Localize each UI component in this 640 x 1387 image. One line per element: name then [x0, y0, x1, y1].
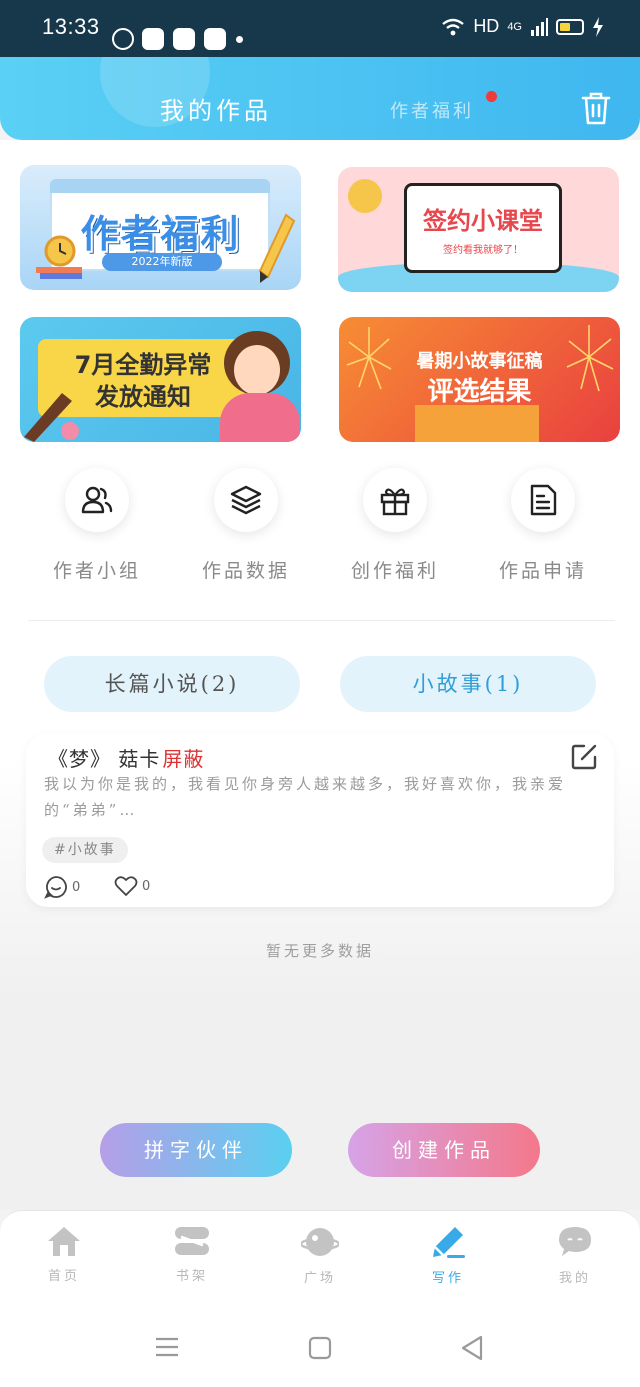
notification-dot-icon — [236, 36, 243, 43]
tab-author-welfare[interactable]: 作者福利 — [390, 97, 474, 123]
layers-icon — [214, 468, 278, 532]
comment-count: 0 — [72, 879, 81, 895]
menu-icon[interactable] — [154, 1336, 180, 1358]
app-baidu-icon — [173, 28, 195, 50]
heart-icon — [114, 876, 138, 896]
status-bar: 13:33 HD 4G — [0, 0, 640, 60]
story-card[interactable]: 《梦》 菇卡 屏蔽 我以为你是我的，我看见你身旁人越来越多，我好喜欢你，我亲爱的“… — [26, 733, 614, 907]
banner-contest-result[interactable]: 暑期小故事征稿 评选结果 — [339, 317, 620, 442]
story-title-line: 《梦》 菇卡 屏蔽 — [48, 743, 204, 772]
girl-body — [220, 393, 300, 442]
like-stat[interactable]: 0 — [114, 875, 150, 897]
segment-short-story[interactable]: 小故事(1) — [340, 656, 596, 712]
banner-attendance-notice[interactable]: 7月全勤异常 发放通知 — [20, 317, 301, 442]
bottom-nav: 首页 书架 广场 写作 我的 — [0, 1210, 640, 1310]
app-k-icon — [112, 28, 134, 50]
gift-icon — [363, 468, 427, 532]
quick-label: 作品申请 — [498, 560, 587, 582]
banner-decor-circle — [348, 179, 382, 213]
quick-work-application[interactable]: 作品申请 — [468, 468, 618, 583]
banner-subtitle: 2022年新版 — [102, 253, 222, 271]
nav-home[interactable]: 首页 — [14, 1225, 114, 1284]
home-icon — [48, 1227, 80, 1256]
banner-window-bar — [50, 179, 270, 193]
red-dot-badge — [486, 91, 497, 102]
tab-my-works[interactable]: 我的作品 — [160, 91, 272, 126]
pencil-icon — [258, 213, 296, 283]
like-count: 0 — [142, 878, 151, 894]
banner-line2: 评选结果 — [427, 377, 532, 407]
banner-title: 签约小课堂 — [423, 207, 543, 235]
pen-icon — [433, 1227, 465, 1258]
wifi-icon — [442, 18, 465, 35]
signal-type: 4G — [507, 20, 522, 33]
no-more-data: 暂无更多数据 — [265, 942, 374, 960]
nav-writing[interactable]: 写作 — [398, 1225, 498, 1286]
signal-icon — [531, 17, 548, 36]
app-browser-icon — [142, 28, 164, 50]
quick-label: 作者小组 — [52, 560, 141, 582]
users-icon — [65, 468, 129, 532]
comment-icon — [44, 876, 67, 899]
story-tag[interactable]: #小故事 — [42, 837, 128, 863]
segment-novel[interactable]: 长篇小说(2) — [44, 656, 300, 712]
bookshelf-icon — [175, 1227, 209, 1255]
quick-work-data[interactable]: 作品数据 — [171, 468, 321, 583]
quick-author-group[interactable]: 作者小组 — [22, 468, 172, 583]
status-time: 13:33 — [42, 14, 100, 39]
blocked-status: 屏蔽 — [162, 747, 205, 771]
alarm-clock-icon — [36, 235, 82, 279]
partner-button[interactable]: 拼字伙伴 — [100, 1123, 292, 1177]
comment-stat[interactable]: 0 — [44, 875, 80, 899]
nav-mine[interactable]: 我的 — [525, 1225, 625, 1286]
nav-label: 写作 — [431, 1271, 464, 1286]
quick-label: 作品数据 — [201, 560, 290, 582]
top-header: 我的作品 作者福利 — [0, 57, 640, 140]
story-title: 《梦》 菇卡 — [48, 747, 161, 771]
app-photo-icon — [204, 28, 226, 50]
home-square-icon[interactable] — [308, 1336, 332, 1360]
nav-square[interactable]: 广场 — [270, 1225, 370, 1286]
nav-label: 书架 — [175, 1269, 208, 1284]
chat-face-icon — [559, 1227, 591, 1256]
girl-face — [234, 345, 280, 395]
nav-label: 我的 — [558, 1271, 591, 1286]
quick-label: 创作福利 — [350, 560, 439, 582]
banner-signing-class[interactable]: 签约小课堂 签约看我就够了！ — [338, 167, 619, 292]
charging-icon — [593, 16, 603, 37]
banner-line1: 7月全勤异常 — [74, 351, 212, 379]
document-icon — [511, 468, 575, 532]
banner-subtitle: 签约看我就够了！ — [443, 245, 523, 256]
banner-line1: 暑期小故事征稿 — [416, 351, 543, 372]
system-nav-bar — [0, 1310, 640, 1387]
create-work-button[interactable]: 创建作品 — [348, 1123, 540, 1177]
divider — [28, 620, 615, 621]
back-icon[interactable] — [460, 1335, 484, 1361]
planet-icon — [299, 1228, 341, 1256]
ruler-icon — [24, 393, 79, 442]
battery-icon — [556, 18, 584, 35]
edit-icon[interactable] — [570, 743, 598, 771]
nav-label: 广场 — [303, 1271, 336, 1286]
status-right: HD 4G — [441, 16, 604, 37]
story-excerpt: 我以为你是我的，我看见你身旁人越来越多，我好喜欢你，我亲爱的“弟弟”… — [44, 775, 567, 819]
nav-label: 首页 — [47, 1269, 80, 1284]
banner-author-welfare[interactable]: 作者福利 2022年新版 — [20, 165, 301, 290]
quick-creation-welfare[interactable]: 创作福利 — [320, 468, 470, 583]
network-type: HD — [473, 16, 500, 36]
trash-icon[interactable] — [580, 90, 612, 126]
nav-bookshelf[interactable]: 书架 — [142, 1225, 242, 1284]
banner-stage — [415, 405, 539, 442]
